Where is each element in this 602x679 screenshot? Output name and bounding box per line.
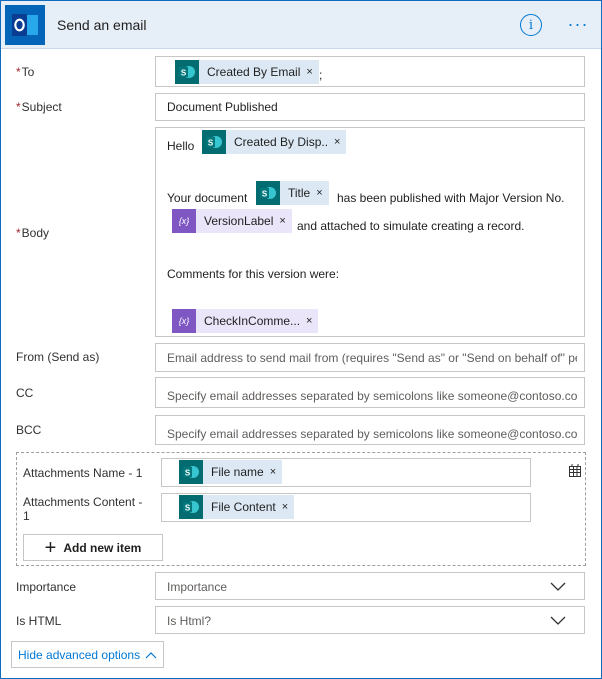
svg-text:S: S <box>181 69 187 78</box>
to-label-text: To <box>21 65 35 79</box>
required-mark: * <box>16 100 21 114</box>
body-comments-text: Comments for this version were: <box>167 267 340 281</box>
to-field[interactable]: S Created By Email × ; <box>155 56 585 87</box>
body-hello: Hello <box>167 139 195 153</box>
card-header[interactable]: Send an email i ··· <box>1 1 601 49</box>
token-label: Title <box>288 186 311 200</box>
body-published-text: has been published with Major Version No… <box>337 191 565 205</box>
attachments-name-field[interactable]: S File name × <box>161 458 531 487</box>
subject-label-text: Subject <box>21 100 62 114</box>
cc-field[interactable]: Specify email addresses separated by sem… <box>155 377 585 408</box>
outlook-icon <box>5 5 45 45</box>
is-html-placeholder: Is Html? <box>167 614 212 628</box>
hide-advanced-options-label: Hide advanced options <box>18 647 141 662</box>
attachments-content-label-line1: Attachments Content - <box>23 495 143 509</box>
token-file-name[interactable]: S File name × <box>179 460 283 484</box>
subject-value: Document Published <box>167 100 278 114</box>
token-remove-icon[interactable]: × <box>334 136 346 148</box>
to-separator: ; <box>319 68 323 82</box>
token-created-by-email[interactable]: S Created By Email × <box>175 60 319 84</box>
token-remove-icon[interactable]: × <box>270 466 282 478</box>
from-field[interactable]: Email address to send mail from (require… <box>155 343 585 372</box>
importance-dropdown[interactable]: Importance <box>155 572 585 600</box>
from-placeholder: Email address to send mail from (require… <box>167 351 577 365</box>
attachments-content-label: Attachments Content - 1 <box>23 495 142 523</box>
svg-text:S: S <box>208 139 214 148</box>
svg-text:S: S <box>185 504 191 513</box>
importance-label: Importance <box>16 580 77 594</box>
token-remove-icon[interactable]: × <box>306 315 318 327</box>
token-file-content[interactable]: S File Content × <box>179 495 295 519</box>
bcc-field[interactable]: Specify email addresses separated by sem… <box>155 415 585 445</box>
to-label: *To <box>16 65 34 79</box>
variable-icon: {x} <box>172 309 196 333</box>
token-title[interactable]: S Title × <box>256 181 329 205</box>
svg-text:S: S <box>185 469 191 478</box>
hide-advanced-options-button[interactable]: Hide advanced options <box>11 641 165 668</box>
bcc-placeholder: Specify email addresses separated by sem… <box>167 427 577 441</box>
token-label: File name <box>211 465 264 479</box>
plus-icon: + <box>44 536 57 559</box>
token-label: CheckInComme... <box>204 314 301 328</box>
body-attached-text: and attached to simulate creating a reco… <box>297 219 525 233</box>
token-label: VersionLabel <box>204 214 274 228</box>
token-label: Created By Email <box>207 65 301 79</box>
importance-placeholder: Importance <box>167 580 228 594</box>
attachments-content-field[interactable]: S File Content × <box>161 493 531 522</box>
token-version-label[interactable]: {x} VersionLabel × <box>172 209 292 233</box>
body-your-document: Your document <box>167 191 248 205</box>
token-checkin-comment[interactable]: {x} CheckInComme... × <box>172 309 319 333</box>
send-email-card: Send an email i ··· *To S Created By Ema… <box>0 0 602 679</box>
token-remove-icon[interactable]: × <box>279 215 291 227</box>
chevron-up-icon <box>145 651 157 658</box>
variable-icon: {x} <box>172 209 196 233</box>
is-html-label: Is HTML <box>16 614 62 628</box>
token-label: Created By Disp.. <box>234 135 329 149</box>
cc-placeholder: Specify email addresses separated by sem… <box>167 389 577 403</box>
chevron-down-icon <box>550 612 566 631</box>
body-label: *Body <box>16 226 49 240</box>
sharepoint-icon: S <box>175 60 199 84</box>
token-created-by-display[interactable]: S Created By Disp.. × <box>202 130 347 154</box>
bcc-label: BCC <box>16 423 42 437</box>
body-field[interactable]: Hello S Created By Disp.. × Your documen… <box>155 127 585 337</box>
info-icon[interactable]: i <box>520 14 542 36</box>
table-switch-icon[interactable] <box>567 463 583 479</box>
required-mark: * <box>16 65 21 79</box>
attachments-content-label-line2: 1 <box>23 509 30 523</box>
required-mark: * <box>16 226 21 240</box>
attachments-name-label: Attachments Name - 1 <box>23 466 143 480</box>
add-new-item-label: Add new item <box>63 540 142 555</box>
is-html-dropdown[interactable]: Is Html? <box>155 606 585 634</box>
from-label: From (Send as) <box>16 350 100 364</box>
sharepoint-icon: S <box>179 460 203 484</box>
more-ellipsis-icon[interactable]: ··· <box>564 13 592 35</box>
token-remove-icon[interactable]: × <box>306 66 318 78</box>
token-remove-icon[interactable]: × <box>316 187 328 199</box>
sharepoint-icon: S <box>202 130 226 154</box>
token-label: File Content <box>211 500 276 514</box>
card-title: Send an email <box>57 17 147 33</box>
token-remove-icon[interactable]: × <box>282 501 294 513</box>
sharepoint-icon: S <box>256 181 280 205</box>
subject-field[interactable]: Document Published <box>155 93 585 121</box>
body-label-text: Body <box>21 226 50 240</box>
add-new-item-button[interactable]: + Add new item <box>23 534 163 561</box>
chevron-down-icon <box>550 578 566 597</box>
svg-text:S: S <box>262 190 268 199</box>
subject-label: *Subject <box>16 100 62 114</box>
sharepoint-icon: S <box>179 495 203 519</box>
cc-label: CC <box>16 386 34 400</box>
